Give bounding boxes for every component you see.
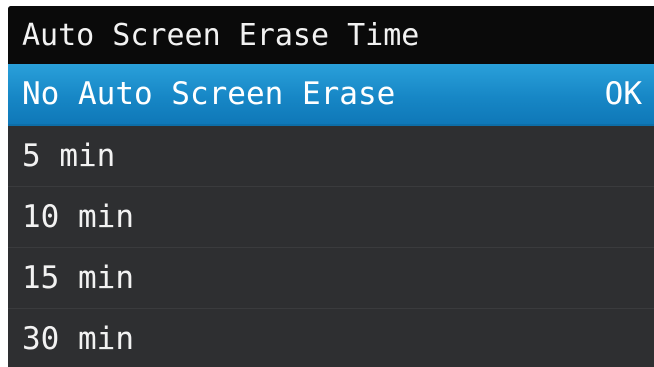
settings-panel: Auto Screen Erase Time No Auto Screen Er… <box>8 6 654 367</box>
option-5-min[interactable]: 5 min <box>8 126 654 187</box>
option-label: 15 min <box>22 260 134 296</box>
device-screen: Auto Screen Erase Time No Auto Screen Er… <box>0 0 654 367</box>
option-label: 30 min <box>22 321 134 357</box>
option-label: 10 min <box>22 199 134 235</box>
ok-indicator: OK <box>604 76 642 112</box>
option-list: No Auto Screen Erase OK 5 min 10 min 15 … <box>8 64 654 367</box>
option-10-min[interactable]: 10 min <box>8 187 654 248</box>
option-15-min[interactable]: 15 min <box>8 248 654 309</box>
option-30-min[interactable]: 30 min <box>8 309 654 367</box>
screen-title-bar: Auto Screen Erase Time <box>8 6 654 64</box>
option-no-auto-screen-erase[interactable]: No Auto Screen Erase OK <box>8 64 654 126</box>
option-label: 5 min <box>22 138 116 174</box>
option-label: No Auto Screen Erase <box>22 76 396 112</box>
screen-title: Auto Screen Erase Time <box>22 17 420 53</box>
